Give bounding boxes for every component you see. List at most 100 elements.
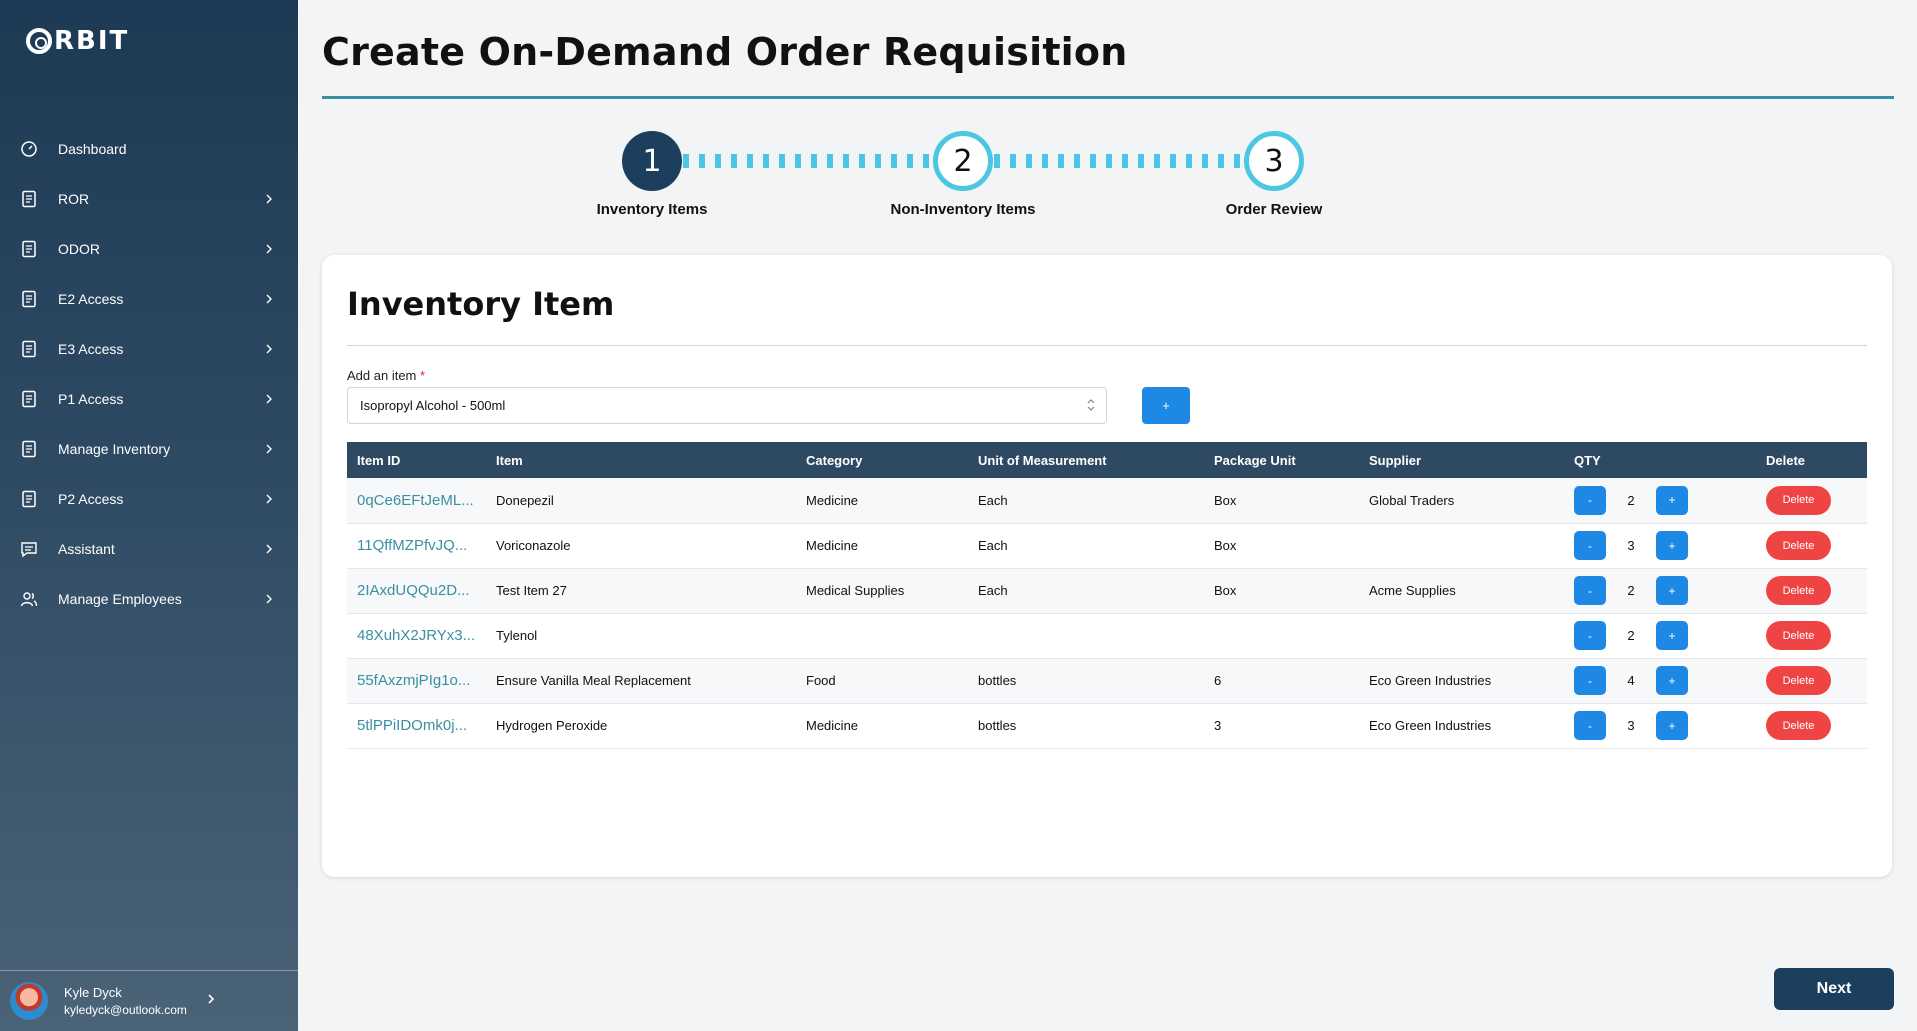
chevron-right-icon xyxy=(262,342,276,356)
sidebar-item-e2-access[interactable]: E2 Access xyxy=(0,274,298,324)
item-name: Ensure Vanilla Meal Replacement xyxy=(496,673,691,688)
item-category: Medicine xyxy=(806,492,859,508)
step-connector xyxy=(994,154,1246,168)
delete-button[interactable]: Delete xyxy=(1766,576,1831,605)
sidebar-item-e3-access[interactable]: E3 Access xyxy=(0,324,298,374)
sidebar-item-label: Dashboard xyxy=(58,141,127,157)
item-uom: Each xyxy=(978,492,1008,508)
sidebar-item-odor[interactable]: ODOR xyxy=(0,224,298,274)
step-1-label: Inventory Items xyxy=(596,201,708,218)
increase-qty-button[interactable]: + xyxy=(1656,621,1688,650)
delete-button[interactable]: Delete xyxy=(1766,531,1831,560)
delete-cell: Delete xyxy=(1756,613,1867,658)
decrease-qty-button[interactable]: - xyxy=(1574,531,1606,560)
sidebar-item-ror[interactable]: ROR xyxy=(0,174,298,224)
qty-value: 4 xyxy=(1627,673,1635,688)
document-icon xyxy=(18,288,40,310)
next-button[interactable]: Next xyxy=(1774,968,1894,1010)
app-logo[interactable]: RBIT xyxy=(26,24,129,58)
increase-qty-button[interactable]: + xyxy=(1656,666,1688,695)
qty-cell: - 2 + xyxy=(1564,478,1756,523)
user-profile[interactable]: Kyle Dyck kyledyck@outlook.com xyxy=(0,970,298,1031)
decrease-qty-button[interactable]: - xyxy=(1574,666,1606,695)
chevron-right-icon xyxy=(262,192,276,206)
delete-button[interactable]: Delete xyxy=(1766,621,1831,650)
add-item-label-text: Add an item xyxy=(347,368,417,383)
sidebar-item-p2-access[interactable]: P2 Access xyxy=(0,474,298,524)
qty-value: 3 xyxy=(1627,538,1635,553)
table-row: 5tlPPiIDOmk0j... Hydrogen Peroxide Medicin… xyxy=(347,703,1867,748)
chevron-right-icon xyxy=(262,242,276,256)
increase-qty-button[interactable]: + xyxy=(1656,531,1688,560)
table-row: 11QffMZPfvJQ... Voriconazole Medicine Each B… xyxy=(347,523,1867,568)
item-id-link[interactable]: 5tlPPiIDOmk0j... xyxy=(347,703,486,748)
table-row: 2IAxdUQQu2D... Test Item 27 Medical Suppli… xyxy=(347,568,1867,613)
chevron-updown-icon xyxy=(1076,398,1106,414)
title-divider xyxy=(322,96,1894,99)
step-1-circle[interactable]: 1 xyxy=(622,131,682,191)
document-icon xyxy=(18,238,40,260)
qty-cell: - 2 + xyxy=(1564,568,1756,613)
increase-qty-button[interactable]: + xyxy=(1656,711,1688,740)
sidebar-item-assistant[interactable]: Assistant xyxy=(0,524,298,574)
step-3-circle[interactable]: 3 xyxy=(1244,131,1304,191)
item-name: Donepezil xyxy=(496,492,554,508)
item-category xyxy=(796,613,968,658)
decrease-qty-button[interactable]: - xyxy=(1574,621,1606,650)
increase-qty-button[interactable]: + xyxy=(1656,576,1688,605)
chevron-right-icon xyxy=(262,492,276,506)
document-icon xyxy=(18,388,40,410)
item-id-link[interactable]: 11QffMZPfvJQ... xyxy=(347,523,486,568)
delete-cell: Delete xyxy=(1756,478,1867,523)
delete-button[interactable]: Delete xyxy=(1766,485,1831,515)
item-name: Voriconazole xyxy=(496,538,571,553)
sidebar-item-manage-employees[interactable]: Manage Employees xyxy=(0,574,298,624)
qty-value: 2 xyxy=(1627,492,1635,508)
delete-button[interactable]: Delete xyxy=(1766,711,1831,740)
add-item-label: Add an item * xyxy=(347,368,425,383)
page-title: Create On-Demand Order Requisition xyxy=(322,30,1128,74)
item-select-value: Isopropyl Alcohol - 500ml xyxy=(360,398,506,413)
item-id-link[interactable]: 0qCe6EFtJeML... xyxy=(347,478,486,523)
item-name: Hydrogen Peroxide xyxy=(496,718,608,733)
sidebar-item-manage-inventory[interactable]: Manage Inventory xyxy=(0,424,298,474)
inventory-table: Item ID Item Category Unit of Measurement Pa… xyxy=(347,442,1867,749)
chat-icon xyxy=(18,538,40,560)
sidebar-item-label: P1 Access xyxy=(58,391,124,407)
document-icon xyxy=(18,438,40,460)
item-category: Medical Supplies xyxy=(806,583,905,598)
sidebar-item-p1-access[interactable]: P1 Access xyxy=(0,374,298,424)
decrease-qty-button[interactable]: - xyxy=(1574,576,1606,605)
sidebar-item-label: ODOR xyxy=(58,241,100,257)
column-header-unit-of-measurement: Unit of Measurement xyxy=(978,452,1107,468)
profile-name: Kyle Dyck xyxy=(64,985,122,1000)
qty-cell: - 3 + xyxy=(1564,703,1756,748)
sidebar-item-label: E2 Access xyxy=(58,291,124,307)
sidebar-item-label: E3 Access xyxy=(58,341,124,357)
item-select[interactable]: Isopropyl Alcohol - 500ml xyxy=(347,387,1107,424)
column-header-delete: Delete xyxy=(1766,452,1806,468)
add-item-button[interactable]: + xyxy=(1142,387,1190,424)
item-category: Medicine xyxy=(806,718,859,733)
step-2-circle[interactable]: 2 xyxy=(933,131,993,191)
orbit-logo-icon xyxy=(26,28,52,54)
sidebar-item-dashboard[interactable]: Dashboard xyxy=(0,124,298,174)
qty-cell: - 4 + xyxy=(1564,658,1756,703)
item-id-link[interactable]: 2IAxdUQQu2D... xyxy=(347,568,486,613)
delete-cell: Delete xyxy=(1756,523,1867,568)
decrease-qty-button[interactable]: - xyxy=(1574,485,1606,515)
delete-button[interactable]: Delete xyxy=(1766,666,1831,695)
decrease-qty-button[interactable]: - xyxy=(1574,711,1606,740)
qty-value: 3 xyxy=(1627,718,1635,733)
item-package-unit: Box xyxy=(1214,538,1237,553)
item-package-unit: 3 xyxy=(1214,718,1222,733)
item-uom xyxy=(968,613,1204,658)
chevron-right-icon xyxy=(262,592,276,606)
item-id-link[interactable]: 48XuhX2JRYx3... xyxy=(347,613,486,658)
item-uom: Each xyxy=(978,538,1008,553)
qty-value: 2 xyxy=(1627,628,1635,643)
gauge-icon xyxy=(18,138,40,160)
item-id-link[interactable]: 55fAxzmjPIg1o... xyxy=(347,658,486,703)
increase-qty-button[interactable]: + xyxy=(1656,485,1688,515)
chevron-right-icon xyxy=(262,542,276,556)
